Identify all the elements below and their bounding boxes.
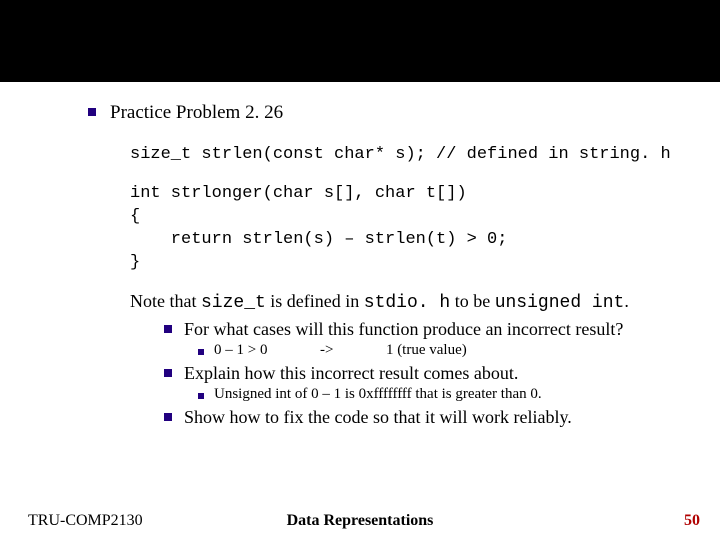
note-text: .: [624, 291, 629, 311]
answer-text: Unsigned int of 0 – 1 is 0xffffffff that…: [214, 386, 542, 403]
answer-part: 0 – 1 > 0: [214, 342, 267, 358]
answer-text: 0 – 1 > 0 -> 1 (true value): [214, 342, 467, 359]
note-text: is defined in: [266, 291, 364, 311]
square-bullet-icon: [198, 393, 204, 399]
square-bullet-icon: [198, 349, 204, 355]
question-text: Show how to fix the code so that it will…: [184, 407, 572, 428]
footer: TRU-COMP2130 Data Representations 50: [0, 512, 720, 530]
square-bullet-icon: [164, 413, 172, 421]
question-text: Explain how this incorrect result comes …: [184, 363, 518, 384]
note-code: size_t: [201, 293, 266, 313]
code-block-function: int strlonger(char s[], char t[]) { retu…: [130, 183, 720, 275]
page-number: 50: [684, 512, 700, 530]
square-bullet-icon: [164, 325, 172, 333]
question-list: For what cases will this function produc…: [164, 319, 720, 428]
note-text: Note that: [130, 291, 201, 311]
square-bullet-icon: [88, 108, 96, 116]
note-text: to be: [450, 291, 495, 311]
note-line: Note that size_t is defined in stdio. h …: [130, 291, 720, 313]
slide-content: Practice Problem 2. 26 size_t strlen(con…: [0, 82, 720, 428]
title-bar: [0, 0, 720, 82]
heading-text: Practice Problem 2. 26: [110, 102, 283, 124]
list-item: For what cases will this function produc…: [164, 319, 720, 340]
note-code: stdio. h: [364, 293, 450, 313]
answer-part: 1 (true value): [386, 342, 467, 358]
question-text: For what cases will this function produc…: [184, 319, 623, 340]
answer-arrow: ->: [320, 342, 333, 358]
list-item: Explain how this incorrect result comes …: [164, 363, 720, 384]
list-item: 0 – 1 > 0 -> 1 (true value): [198, 342, 720, 359]
list-item: Unsigned int of 0 – 1 is 0xffffffff that…: [198, 386, 720, 403]
note-code: unsigned int: [495, 293, 625, 313]
heading-row: Practice Problem 2. 26: [88, 102, 720, 124]
square-bullet-icon: [164, 369, 172, 377]
code-line-signature: size_t strlen(const char* s); // defined…: [130, 144, 720, 167]
footer-course-code: TRU-COMP2130: [28, 512, 143, 530]
list-item: Show how to fix the code so that it will…: [164, 407, 720, 428]
